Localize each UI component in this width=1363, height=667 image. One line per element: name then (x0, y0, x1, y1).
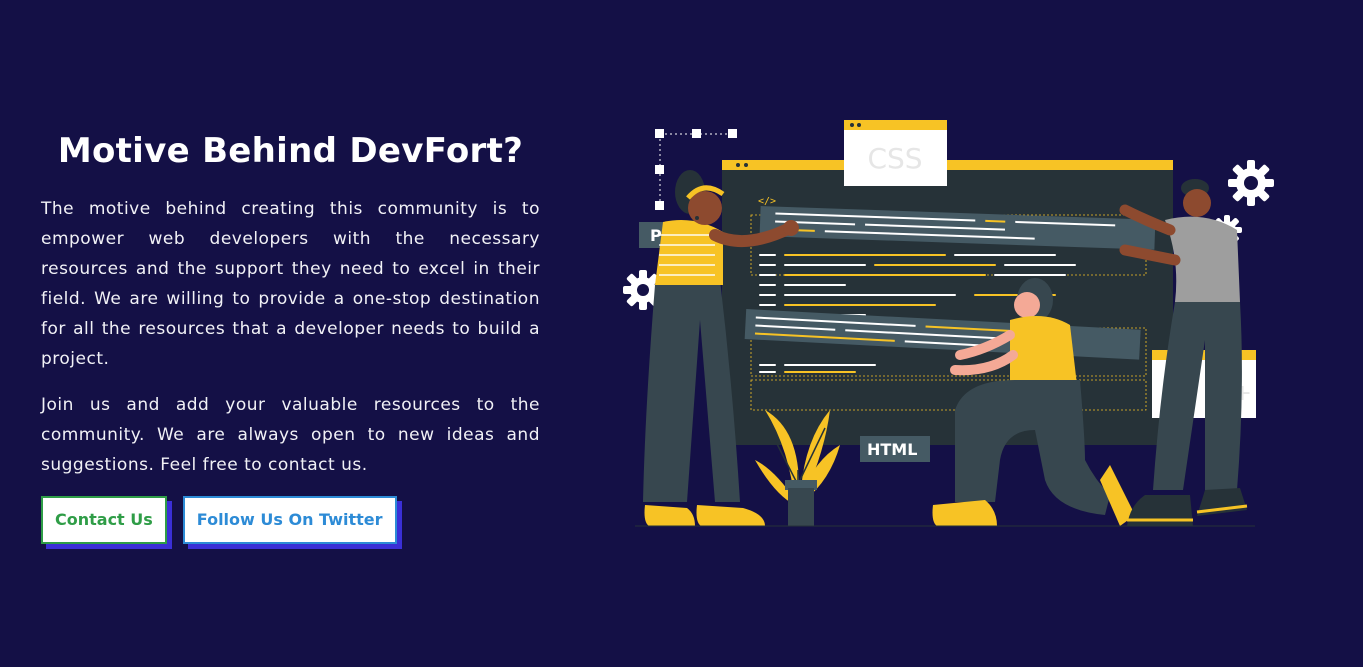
css-label: CSS (867, 142, 922, 175)
section-title: Motive Behind DevFort? (57, 131, 524, 171)
gear-icon (1228, 160, 1274, 206)
code-screen (722, 160, 1173, 445)
html-label: HTML (867, 440, 917, 459)
motive-section: Motive Behind DevFort? The motive behind… (0, 0, 1363, 667)
follow-twitter-button[interactable]: Follow Us On Twitter (182, 496, 397, 544)
developers-illustration: </> CSS HTML (623, 120, 1274, 527)
contact-us-button[interactable]: Contact Us (41, 496, 167, 544)
code-glyph: </> (758, 196, 776, 207)
screen-titlebar (722, 160, 1173, 170)
css-window: CSS (844, 120, 947, 186)
motive-text-column: Motive Behind DevFort? The motive behind… (41, 128, 540, 544)
html-tag: HTML (860, 436, 930, 462)
motive-paragraph: The motive behind creating this communit… (41, 199, 540, 369)
join-paragraph: Join us and add your valuable resources … (41, 395, 540, 475)
action-buttons: Contact Us Follow Us On Twitter (41, 496, 540, 544)
